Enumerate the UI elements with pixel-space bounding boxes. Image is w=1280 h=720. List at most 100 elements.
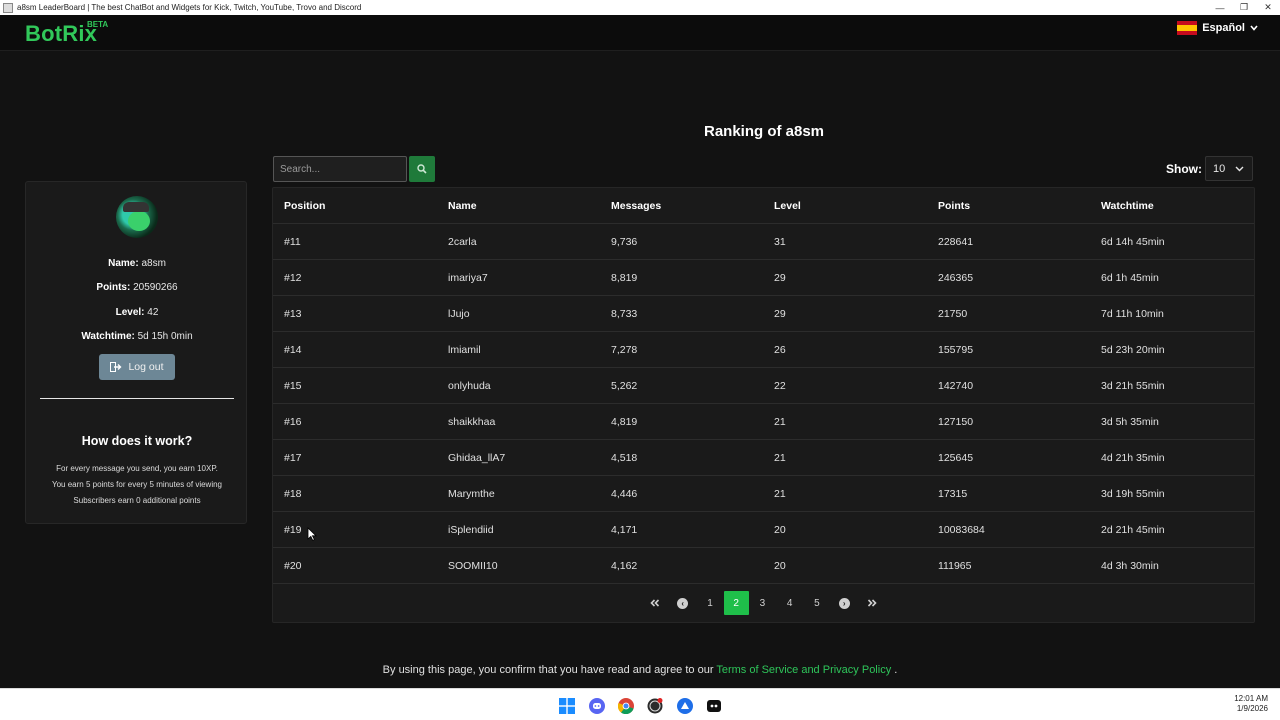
search-button[interactable] <box>409 156 435 182</box>
cell-position: #13 <box>284 308 302 320</box>
browser-icon[interactable] <box>676 697 693 714</box>
cell-watchtime: 3d 5h 35min <box>1101 416 1159 428</box>
page-5-button[interactable]: 5 <box>803 591 830 615</box>
page-size-select[interactable]: 10 <box>1205 156 1253 181</box>
table-row: #15 onlyhuda 5,262 22 142740 3d 21h 55min <box>273 368 1254 404</box>
profile-watchtime-row: Watchtime: 5d 15h 0min <box>26 331 248 342</box>
cell-points: 17315 <box>938 488 968 500</box>
prev-page-button[interactable]: ‹ <box>669 591 696 615</box>
cell-watchtime: 7d 11h 10min <box>1101 308 1164 320</box>
header-name: Name <box>448 200 477 212</box>
header-points: Points <box>938 200 971 212</box>
table-row: #19 iSplendiid 4,171 20 10083684 2d 21h 45min <box>273 512 1254 548</box>
cell-name: imariya7 <box>448 272 488 284</box>
cell-name: SOOMII10 <box>448 560 498 572</box>
maximize-icon[interactable]: ❐ <box>1232 0 1256 15</box>
cell-name: 2carla <box>448 236 477 248</box>
obs-recording-icon[interactable] <box>646 697 663 714</box>
page-2-button-current[interactable]: 2 <box>723 591 749 615</box>
cell-level: 29 <box>774 308 786 320</box>
cell-messages: 7,278 <box>611 344 638 356</box>
search-input[interactable] <box>273 156 407 182</box>
cell-position: #15 <box>284 380 302 392</box>
language-selector[interactable]: Español <box>1177 21 1258 35</box>
cell-watchtime: 6d 14h 45min <box>1101 236 1165 248</box>
mouse-cursor-icon <box>307 527 317 541</box>
header-messages: Messages <box>611 200 662 212</box>
cell-messages: 5,262 <box>611 380 638 392</box>
profile-level-row: Level: 42 <box>26 307 248 318</box>
chevron-left-circle-icon: ‹ <box>677 597 689 609</box>
footer-end: . <box>894 664 898 676</box>
how-line: For every message you send, you earn 10X… <box>56 464 218 473</box>
cell-watchtime: 5d 23h 20min <box>1101 344 1165 356</box>
table-row: #12 imariya7 8,819 29 246365 6d 1h 45min <box>273 260 1254 296</box>
page-1-button[interactable]: 1 <box>696 591 723 615</box>
cell-watchtime: 4d 3h 30min <box>1101 560 1159 572</box>
name-label: Name: <box>108 258 139 269</box>
pagination: ‹ 1 2 3 4 5 › <box>273 591 1254 615</box>
cell-points: 21750 <box>938 308 968 320</box>
minimize-icon[interactable]: — <box>1208 0 1232 15</box>
close-icon[interactable]: ✕ <box>1256 0 1280 15</box>
cell-position: #14 <box>284 344 302 356</box>
terms-link[interactable]: Terms of Service and Privacy Policy <box>716 664 891 676</box>
cell-messages: 4,819 <box>611 416 638 428</box>
cell-messages: 8,733 <box>611 308 638 320</box>
show-label: Show: <box>1166 162 1202 176</box>
profile-watchtime: 5d 15h 0min <box>137 331 193 342</box>
header-watchtime: Watchtime <box>1101 200 1154 212</box>
profile-points: 20590266 <box>133 282 178 293</box>
cell-points: 142740 <box>938 380 974 392</box>
watchtime-label: Watchtime: <box>81 331 135 342</box>
cell-points: 228641 <box>938 236 974 248</box>
windows-start-icon[interactable] <box>558 697 575 714</box>
cell-position: #12 <box>284 272 302 284</box>
avatar <box>116 196 158 238</box>
page-4-button[interactable]: 4 <box>776 591 803 615</box>
cell-level: 29 <box>774 272 786 284</box>
app-icon <box>3 2 13 13</box>
profile-card: Name: a8sm Points: 20590266 Level: 42 Wa… <box>25 181 247 524</box>
footer-text: By using this page, you confirm that you… <box>382 664 714 676</box>
ranking-table: Position Name Messages Level Points Watc… <box>272 187 1255 623</box>
how-it-works-title: How does it work? <box>81 434 193 448</box>
table-row: #14 lmiamil 7,278 26 155795 5d 23h 20min <box>273 332 1254 368</box>
cell-name: lJujo <box>448 308 470 320</box>
sign-out-icon <box>110 362 122 372</box>
chrome-icon[interactable] <box>617 697 634 714</box>
cell-watchtime: 3d 21h 55min <box>1101 380 1165 392</box>
window-title: a8sm LeaderBoard | The best ChatBot and … <box>17 3 362 12</box>
logout-button[interactable]: Log out <box>99 354 175 380</box>
clock-date: 1/9/2026 <box>1236 704 1268 713</box>
cell-level: 31 <box>774 236 786 248</box>
page-size-value: 10 <box>1213 162 1226 175</box>
discord-icon[interactable] <box>588 697 605 714</box>
header-level: Level <box>774 200 801 212</box>
next-page-button[interactable]: › <box>831 591 858 615</box>
cell-name: iSplendiid <box>448 524 494 536</box>
double-chevron-right-icon <box>867 599 877 607</box>
cell-level: 20 <box>774 560 786 572</box>
points-label: Points: <box>96 282 131 293</box>
cell-name: onlyhuda <box>448 380 491 392</box>
cell-messages: 4,162 <box>611 560 638 572</box>
page-3-button[interactable]: 3 <box>749 591 776 615</box>
system-clock[interactable]: 12:01 AM 1/9/2026 <box>1234 694 1268 714</box>
cell-level: 20 <box>774 524 786 536</box>
table-row: #13 lJujo 8,733 29 21750 7d 11h 10min <box>273 296 1254 332</box>
cell-points: 10083684 <box>938 524 985 536</box>
chevron-right-circle-icon: › <box>838 597 850 609</box>
cell-points: 246365 <box>938 272 974 284</box>
app-icon[interactable] <box>705 697 722 714</box>
cell-level: 21 <box>774 452 786 464</box>
header-position: Position <box>284 200 326 212</box>
cell-messages: 4,171 <box>611 524 638 536</box>
chevron-down-icon <box>1250 25 1258 31</box>
cell-level: 21 <box>774 488 786 500</box>
first-page-button[interactable] <box>642 591 669 615</box>
table-header: Position Name Messages Level Points Watc… <box>273 188 1254 224</box>
cell-position: #17 <box>284 452 302 464</box>
last-page-button[interactable] <box>858 591 885 615</box>
page-title: Ranking of a8sm <box>703 123 825 140</box>
